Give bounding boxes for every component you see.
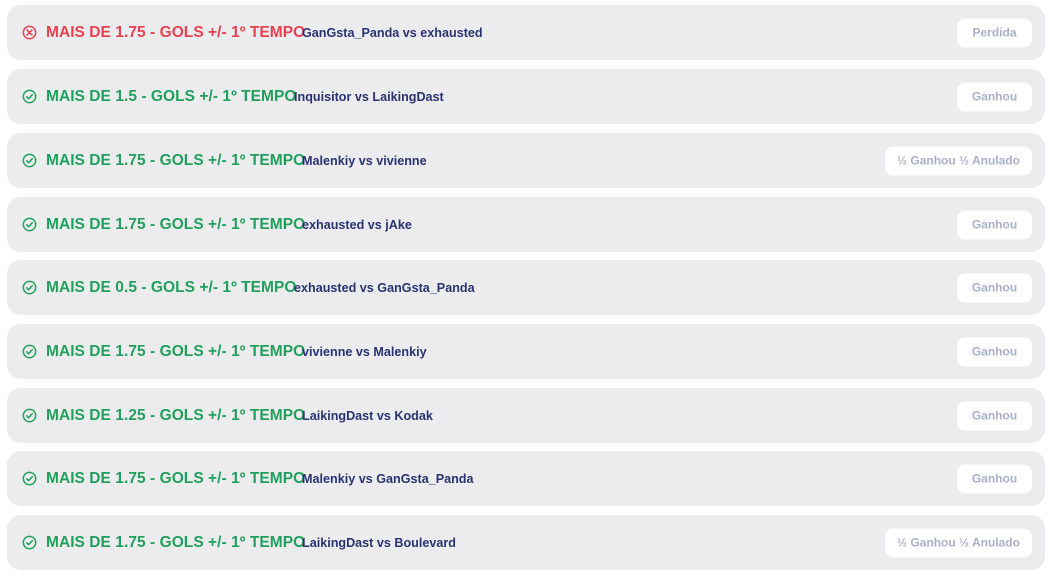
bet-row[interactable]: MAIS DE 1.5 - GOLS +/- 1º TEMPO Inquisit… [7, 69, 1045, 124]
check-circle-icon [22, 408, 37, 423]
bet-match: GanGsta_Panda vs exhausted [302, 25, 483, 40]
check-circle-icon [22, 471, 37, 486]
bet-match: Inquisitor vs LaikingDast [294, 89, 444, 104]
check-circle-icon [22, 89, 37, 104]
bet-match: Malenkiy vs vivienne [302, 153, 427, 168]
bet-market: MAIS DE 1.75 - GOLS +/- 1º TEMPO [46, 342, 306, 360]
bet-match: Malenkiy vs GanGsta_Panda [302, 471, 474, 486]
result-badge: Ganhou [957, 273, 1032, 302]
bet-market: MAIS DE 1.75 - GOLS +/- 1º TEMPO [46, 469, 306, 487]
bet-row[interactable]: MAIS DE 1.75 - GOLS +/- 1º TEMPO vivienn… [7, 324, 1045, 379]
result-badge: Perdida [957, 18, 1032, 47]
bet-market: MAIS DE 1.75 - GOLS +/- 1º TEMPO [46, 533, 306, 551]
check-circle-icon [22, 535, 37, 550]
bet-market: MAIS DE 1.75 - GOLS +/- 1º TEMPO [46, 23, 306, 41]
bet-row[interactable]: MAIS DE 1.75 - GOLS +/- 1º TEMPO Laiking… [7, 515, 1045, 570]
bet-history-list: MAIS DE 1.75 - GOLS +/- 1º TEMPO GanGsta… [0, 0, 1061, 576]
bet-market: MAIS DE 1.5 - GOLS +/- 1º TEMPO [46, 87, 297, 105]
bet-market: MAIS DE 0.5 - GOLS +/- 1º TEMPO [46, 278, 297, 296]
bet-match: exhausted vs GanGsta_Panda [294, 280, 475, 295]
result-badge: Ganhou [957, 210, 1032, 239]
check-circle-icon [22, 280, 37, 295]
bet-market: MAIS DE 1.25 - GOLS +/- 1º TEMPO [46, 406, 306, 424]
result-badge: Ganhou [957, 337, 1032, 366]
bet-market: MAIS DE 1.75 - GOLS +/- 1º TEMPO [46, 151, 306, 169]
bet-row[interactable]: MAIS DE 1.75 - GOLS +/- 1º TEMPO GanGsta… [7, 5, 1045, 60]
result-badge: Ganhou [957, 464, 1032, 493]
result-badge: ½ Ganhou ½ Anulado [885, 146, 1032, 175]
bet-row[interactable]: MAIS DE 1.75 - GOLS +/- 1º TEMPO Malenki… [7, 451, 1045, 506]
bet-match: exhausted vs jAke [302, 217, 412, 232]
bet-match: LaikingDast vs Boulevard [302, 535, 456, 550]
bet-row[interactable]: MAIS DE 1.75 - GOLS +/- 1º TEMPO exhaust… [7, 197, 1045, 252]
check-circle-icon [22, 344, 37, 359]
bet-match: LaikingDast vs Kodak [302, 408, 433, 423]
result-badge: ½ Ganhou ½ Anulado [885, 528, 1032, 557]
bet-match: vivienne vs Malenkiy [302, 344, 427, 359]
bet-row[interactable]: MAIS DE 1.25 - GOLS +/- 1º TEMPO Laiking… [7, 388, 1045, 443]
check-circle-icon [22, 153, 37, 168]
bet-market: MAIS DE 1.75 - GOLS +/- 1º TEMPO [46, 215, 306, 233]
x-circle-icon [22, 25, 37, 40]
bet-row[interactable]: MAIS DE 1.75 - GOLS +/- 1º TEMPO Malenki… [7, 133, 1045, 188]
check-circle-icon [22, 217, 37, 232]
result-badge: Ganhou [957, 82, 1032, 111]
result-badge: Ganhou [957, 401, 1032, 430]
bet-row[interactable]: MAIS DE 0.5 - GOLS +/- 1º TEMPO exhauste… [7, 260, 1045, 315]
